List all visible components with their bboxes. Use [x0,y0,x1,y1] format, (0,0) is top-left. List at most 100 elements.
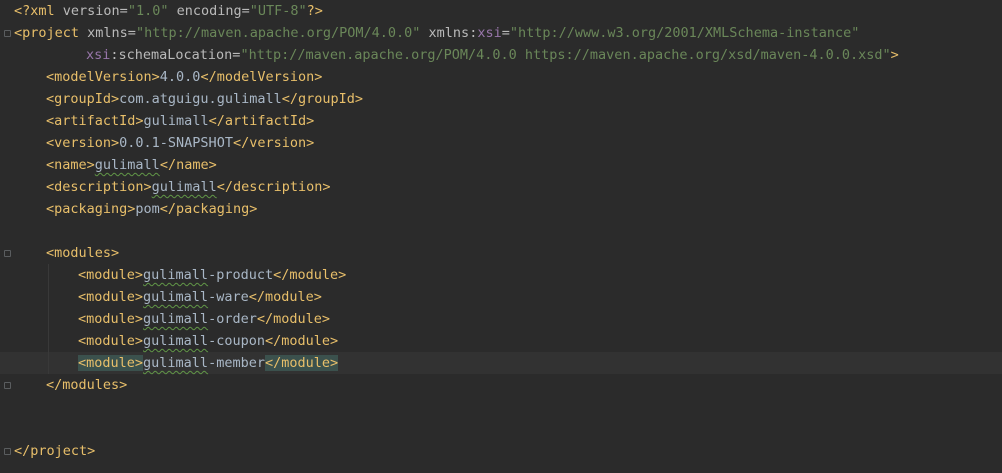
code-line-text: <artifactId>gulimall</artifactId> [46,110,314,132]
code-line-text: <?xml version="1.0" encoding="UTF-8"?> [14,0,323,22]
code-token: </packaging> [159,201,258,217]
code-token: :schemaLocation= [110,47,241,63]
code-line[interactable]: <module>gulimall-product</module> [0,264,1002,286]
code-token: <modules> [46,245,120,261]
typo-token: gulimall [143,267,209,283]
code-line-text: <version>0.0.1-SNAPSHOT</version> [46,132,314,154]
code-line[interactable]: <description>gulimall</description> [0,176,1002,198]
code-token: <module> [78,267,144,283]
typo-token: gulimall [143,333,209,349]
code-line[interactable]: <version>0.0.1-SNAPSHOT</version> [0,132,1002,154]
code-line-text: <project xmlns="http://maven.apache.org/… [14,22,859,44]
code-line-text: <module>gulimall-ware</module> [78,286,322,308]
code-line[interactable]: <artifactId>gulimall</artifactId> [0,110,1002,132]
fold-marker-icon[interactable] [4,382,11,389]
code-token: ?> [306,3,323,19]
code-token: </description> [216,179,331,195]
code-line[interactable]: <packaging>pom</packaging> [0,198,1002,220]
typo-token: gulimall [151,179,217,195]
code-token: <project [14,25,88,41]
code-token: </module> [264,333,339,349]
matched-tag-token: <module> [78,355,144,371]
code-token: <modelVersion> [46,69,160,85]
code-token: <? [14,3,31,19]
code-line[interactable] [0,220,1002,242]
code-line[interactable]: <module>gulimall-order</module> [0,308,1002,330]
code-line-text: </modules> [46,374,127,396]
code-token: </module> [256,311,330,327]
code-line[interactable]: <name>gulimall</name> [0,154,1002,176]
code-token: xsi [86,47,111,63]
code-line[interactable]: xsi:schemaLocation="http://maven.apache.… [0,44,1002,66]
code-line-text: <modelVersion>4.0.0</modelVersion> [46,66,322,88]
code-token: "1.0" [127,3,169,19]
code-token: -order [208,311,257,327]
code-line[interactable]: <project xmlns="http://maven.apache.org/… [0,22,1002,44]
code-line[interactable]: <module>gulimall-ware</module> [0,286,1002,308]
code-token: 4.0.0 [159,69,201,85]
code-token: encoding= [168,3,250,19]
code-token: <description> [46,179,152,195]
code-line-text: <module>gulimall-coupon</module> [78,330,338,352]
code-token: pom [135,201,160,217]
code-line-text: <description>gulimall</description> [46,176,331,198]
code-line-text: <groupId>com.atguigu.gulimall</groupId> [46,88,363,110]
code-token: com.atguigu.gulimall [119,91,282,107]
code-token: -product [208,267,274,283]
code-token: </groupId> [281,91,363,107]
code-line-text: </project> [14,440,95,462]
code-line-text: <module>gulimall-order</module> [78,308,330,330]
typo-token: gulimall [143,311,209,327]
matched-tag-token: </module> [264,355,339,371]
typo-token: gulimall [143,355,209,371]
code-line[interactable]: <?xml version="1.0" encoding="UTF-8"?> [0,0,1002,22]
code-line-text: <module>gulimall-member</module> [78,352,339,374]
code-line[interactable]: <module>gulimall-coupon</module> [0,330,1002,352]
code-token: <packaging> [46,201,136,217]
code-token: = [501,25,510,41]
code-token: </module> [248,289,322,305]
code-token: > [890,47,899,63]
code-token: </version> [232,135,315,151]
code-line[interactable]: <module>gulimall-member</module> [0,352,1002,374]
code-token: <name> [46,157,95,173]
code-line[interactable]: <modules> [0,242,1002,264]
code-token: </name> [159,157,217,173]
code-token: <module> [78,333,144,349]
code-line[interactable]: </project> [0,440,1002,462]
code-token: xmlns= [87,25,136,41]
code-token: -member [208,355,265,371]
code-token: <module> [78,311,144,327]
code-token: xsi [477,25,502,41]
code-token: "http://maven.apache.org/POM/4.0.0 https… [240,47,891,63]
code-token: xml [30,3,63,19]
indent-guide [48,264,49,374]
typo-token: gulimall [143,289,209,305]
code-token: 0.0.1-SNAPSHOT [119,135,233,151]
code-token: </modules> [46,377,128,393]
code-line[interactable]: </modules> [0,374,1002,396]
code-token: -ware [208,289,249,305]
code-token: -coupon [208,333,265,349]
code-line[interactable]: <groupId>com.atguigu.gulimall</groupId> [0,88,1002,110]
code-line-text: <name>gulimall</name> [46,154,217,176]
code-token: <artifactId> [46,113,144,129]
fold-marker-icon[interactable] [4,30,11,37]
code-line[interactable] [0,396,1002,418]
code-token: </project> [14,443,96,459]
code-token: <module> [78,289,144,305]
code-token: </module> [273,267,347,283]
code-line[interactable]: <modelVersion>4.0.0</modelVersion> [0,66,1002,88]
code-editor[interactable]: </project> </modules> <module>gulimall-mem… [0,0,1002,473]
code-line-text: <packaging>pom</packaging> [46,198,257,220]
code-token: gulimall [143,113,209,129]
code-line[interactable] [0,418,1002,440]
code-token: "http://www.w3.org/2001/XMLSchema-instan… [509,25,860,41]
code-token: <groupId> [46,91,120,107]
fold-marker-icon[interactable] [4,448,11,455]
typo-token: gulimall [94,157,160,173]
code-line-text: <modules> [46,242,119,264]
code-line-text: <module>gulimall-product</module> [78,264,346,286]
code-token: xmlns: [420,25,478,41]
fold-marker-icon[interactable] [4,250,11,257]
